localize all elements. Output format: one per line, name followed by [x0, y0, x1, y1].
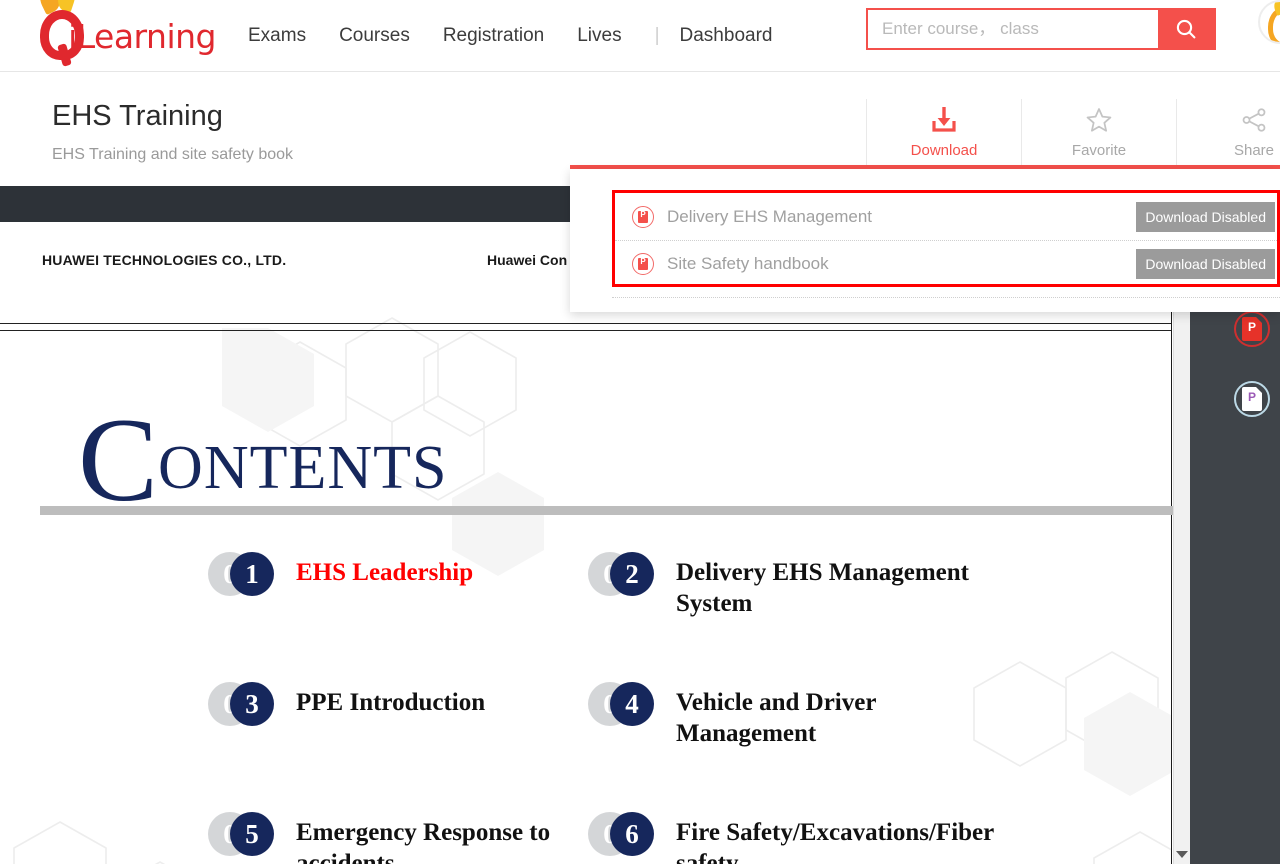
- table-of-contents: 0 1 EHS Leadership 0 2 Delivery EHS Mana…: [0, 552, 1171, 864]
- toc-badge: 0 2: [588, 552, 660, 598]
- document-page: HUAWEI TECHNOLOGIES CO., LTD. Huawei Con…: [0, 222, 1171, 864]
- action-favorite[interactable]: Favorite: [1021, 99, 1176, 165]
- download-list-highlight: Delivery EHS Management Download Disable…: [612, 190, 1280, 287]
- download-item-row[interactable]: Site Safety handbook Download Disabled: [615, 240, 1277, 287]
- page-root: iLearning Exams Courses Registration Liv…: [0, 0, 1280, 864]
- download-item-name: Delivery EHS Management: [667, 206, 873, 226]
- nav-item-lives[interactable]: Lives: [577, 25, 654, 47]
- download-disabled-button[interactable]: Download Disabled: [1136, 201, 1275, 232]
- toc-label: PPE Introduction: [296, 689, 486, 716]
- toc-label: EHS Leadership: [296, 559, 474, 586]
- pdf-thumbnail-icon-2[interactable]: [1234, 381, 1270, 417]
- action-share-label: Share: [1233, 141, 1275, 159]
- contents-heading-rest: ONTENTS: [158, 434, 448, 502]
- search-icon: [1176, 19, 1196, 39]
- nav-item-exams[interactable]: Exams: [248, 25, 339, 47]
- download-dropdown-panel: Delivery EHS Management Download Disable…: [570, 169, 1280, 312]
- course-subtitle: EHS Training and site safety book: [52, 146, 294, 163]
- pdf-file-icon: [632, 253, 654, 275]
- action-favorite-label: Favorite: [1071, 141, 1127, 159]
- toc-badge: 0 4: [588, 682, 660, 728]
- toc-badge-number: 2: [610, 552, 654, 596]
- toc-item-03: 0 3 PPE Introduction: [208, 682, 485, 728]
- toc-badge-number: 5: [230, 812, 274, 856]
- vertical-scrollbar[interactable]: [1173, 222, 1191, 864]
- toc-badge-number: 4: [610, 682, 654, 726]
- brand-name: iLearning: [68, 17, 216, 56]
- toc-label: Fire Safety/Excavations/Fiber safety: [676, 819, 994, 864]
- toc-item-04: 0 4 Vehicle and Driver Management: [588, 682, 1006, 749]
- nav-item-dashboard[interactable]: Dashboard: [680, 25, 806, 47]
- user-avatar[interactable]: [1258, 0, 1280, 44]
- contents-heading: CONTENTS: [78, 400, 447, 520]
- download-item-row[interactable]: Delivery EHS Management Download Disable…: [615, 193, 1277, 240]
- page-title: EHS Training: [52, 100, 223, 132]
- chevron-down-icon[interactable]: [1176, 851, 1188, 858]
- toc-badge: 0 6: [588, 812, 660, 858]
- search-bar: [866, 8, 1216, 50]
- action-download[interactable]: Download: [866, 99, 1021, 186]
- toc-item-02: 0 2 Delivery EHS Management System: [588, 552, 1006, 619]
- nav-item-registration[interactable]: Registration: [443, 25, 577, 47]
- course-action-bar: Download Favorite Share: [866, 99, 1280, 186]
- document-canvas: HUAWEI TECHNOLOGIES CO., LTD. Huawei Con…: [0, 222, 1172, 864]
- brand-logo[interactable]: iLearning: [35, 0, 216, 67]
- toc-badge-number: 6: [610, 812, 654, 856]
- toc-badge-number: 3: [230, 682, 274, 726]
- pdf-file-icon: [632, 205, 654, 228]
- document-divider-2: [0, 330, 1171, 331]
- document-shadow-band: [40, 506, 1173, 515]
- toc-item-05: 0 5 Emergency Response to accidents: [208, 812, 626, 864]
- toc-label: Vehicle and Driver Management: [676, 689, 876, 747]
- toc-badge-number: 1: [230, 552, 274, 596]
- apple-logo-icon: [35, 0, 84, 67]
- document-divider-1: [0, 323, 1171, 324]
- toc-badge: 0 1: [208, 552, 280, 598]
- nav-item-courses[interactable]: Courses: [339, 25, 443, 47]
- toc-label: Delivery EHS Management System: [676, 559, 970, 617]
- download-icon: [932, 106, 956, 132]
- toc-row: 0 3 PPE Introduction 0 4 Vehicle and Dri…: [0, 682, 1171, 812]
- primary-nav: Exams Courses Registration Lives | Dashb…: [248, 0, 805, 72]
- toc-badge: 0 3: [208, 682, 280, 728]
- search-input[interactable]: [868, 10, 1158, 48]
- pdf-thumbnail-icon-1[interactable]: [1234, 311, 1270, 347]
- toc-row: 0 5 Emergency Response to accidents 0 6 …: [0, 812, 1171, 864]
- download-panel-divider: [612, 297, 1280, 298]
- toc-badge: 0 5: [208, 812, 280, 858]
- document-header-right: Huawei Con: [487, 252, 568, 268]
- download-item-name: Site Safety handbook: [667, 254, 829, 273]
- top-navigation-bar: iLearning Exams Courses Registration Liv…: [0, 0, 1280, 72]
- action-share[interactable]: Share: [1176, 99, 1280, 165]
- star-icon: [1086, 107, 1112, 132]
- search-button[interactable]: [1158, 10, 1214, 48]
- download-disabled-button[interactable]: Download Disabled: [1136, 249, 1275, 279]
- document-header-left: HUAWEI TECHNOLOGIES CO., LTD.: [42, 252, 287, 268]
- toc-item-01: 0 1 EHS Leadership: [208, 552, 473, 598]
- pdf-file-icon: [1242, 317, 1262, 341]
- action-download-label: Download: [910, 141, 978, 159]
- toc-label: Emergency Response to accidents: [296, 819, 551, 864]
- toc-item-06: 0 6 Fire Safety/Excavations/Fiber safety: [588, 812, 1006, 864]
- pdf-file-icon: [1242, 387, 1262, 411]
- nav-separator: |: [654, 25, 660, 46]
- toc-row: 0 1 EHS Leadership 0 2 Delivery EHS Mana…: [0, 552, 1171, 682]
- share-icon: [1242, 107, 1266, 132]
